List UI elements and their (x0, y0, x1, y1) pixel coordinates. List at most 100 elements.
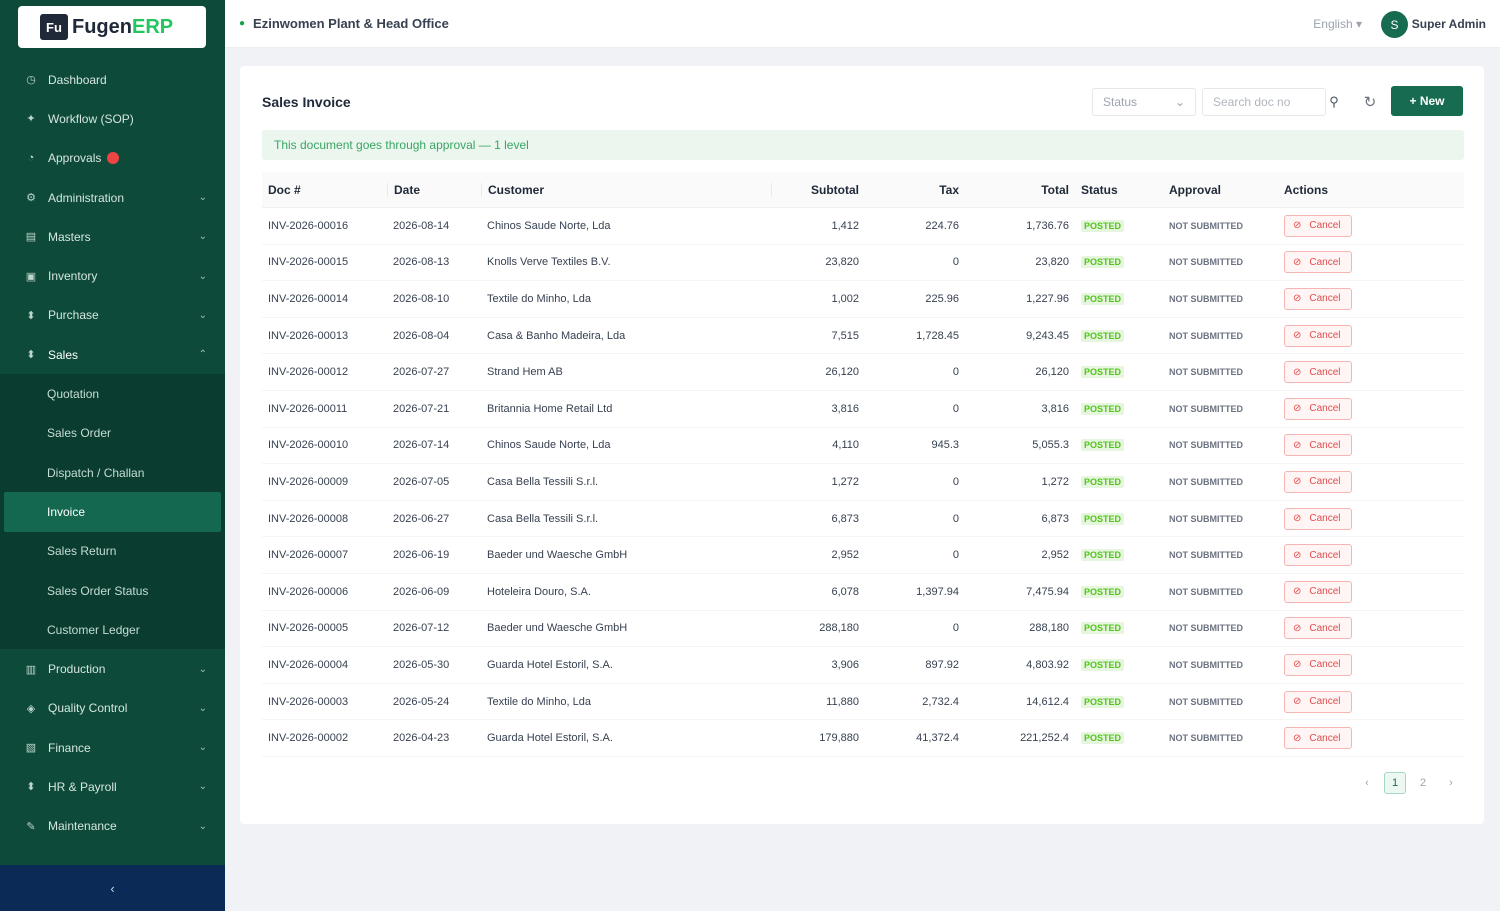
table-row[interactable]: INV-2026-00013 2026-08-04 Casa & Banho Mad… (262, 318, 1464, 355)
cancel-invoice-button[interactable]: ⊘ Cancel (1284, 287, 1352, 310)
cell-doc-number[interactable]: INV-2026-00013 (262, 330, 387, 342)
cancel-invoice-button[interactable]: ⊘ Cancel (1284, 727, 1352, 750)
submenu-item-sales-order[interactable]: Sales Order (0, 414, 225, 453)
table-row[interactable]: INV-2026-00008 2026-06-27 Casa Bella Tessi… (262, 501, 1464, 538)
cell-doc-number[interactable]: INV-2026-00003 (262, 696, 387, 708)
sidebar-item-masters[interactable]: ▤ Masters ⌄ (0, 217, 225, 256)
search-input[interactable] (1202, 88, 1326, 116)
cancel-invoice-button[interactable]: ⊘ Cancel (1284, 653, 1352, 676)
app-logo[interactable]: Fu FugenERP (18, 6, 206, 48)
sidebar-item-approvals[interactable]: ◔ Approvals (0, 139, 225, 178)
table-row[interactable]: INV-2026-00006 2026-06-09 Hoteleira Douro,… (262, 574, 1464, 611)
sidebar-item-purchase[interactable]: ⬍ Purchase ⌄ (0, 296, 225, 335)
submenu-item-dispatch-challan[interactable]: Dispatch / Challan (0, 453, 225, 492)
table-row[interactable]: INV-2026-00012 2026-07-27 Strand Hem AB 26,… (262, 354, 1464, 391)
table-row[interactable]: INV-2026-00010 2026-07-14 Chinos Saude Nor… (262, 428, 1464, 465)
sidebar-item-production[interactable]: ▥ Production ⌄ (0, 649, 225, 688)
col-header-total[interactable]: Total (965, 183, 1075, 197)
submenu-item-invoice[interactable]: Invoice (4, 492, 221, 532)
submenu-item-sales-return[interactable]: Sales Return (0, 532, 225, 571)
pagination-next[interactable]: › (1440, 772, 1462, 794)
cancel-label: Cancel (1309, 330, 1341, 342)
table-row[interactable]: INV-2026-00016 2026-08-14 Chinos Saude Nor… (262, 208, 1464, 245)
refresh-icon[interactable]: ↻ (1356, 88, 1384, 116)
col-header-status[interactable]: Status (1075, 183, 1163, 197)
cancel-invoice-button[interactable]: ⊘ Cancel (1284, 580, 1352, 603)
cancel-invoice-button[interactable]: ⊘ Cancel (1284, 361, 1352, 384)
table-row[interactable]: INV-2026-00015 2026-08-13 Knolls Verve Tex… (262, 245, 1464, 282)
cell-doc-number[interactable]: INV-2026-00009 (262, 476, 387, 488)
pagination-prev[interactable]: ‹ (1356, 772, 1378, 794)
cell-doc-number[interactable]: INV-2026-00004 (262, 659, 387, 671)
approval-badge: NOT SUBMITTED (1169, 367, 1243, 378)
col-header-approval[interactable]: Approval (1163, 183, 1278, 197)
cell-doc-number[interactable]: INV-2026-00012 (262, 366, 387, 378)
status-filter-select[interactable]: Status ⌄ (1092, 88, 1196, 116)
cancel-invoice-button[interactable]: ⊘ Cancel (1284, 397, 1352, 420)
col-header-customer[interactable]: Customer (481, 182, 771, 197)
new-invoice-button[interactable]: + New (1391, 86, 1463, 116)
cancel-invoice-button[interactable]: ⊘ Cancel (1284, 434, 1352, 457)
cancel-invoice-button[interactable]: ⊘ Cancel (1284, 324, 1352, 347)
table-row[interactable]: INV-2026-00009 2026-07-05 Casa Bella Tessi… (262, 464, 1464, 501)
sidebar-item-maintenance[interactable]: ✎ Maintenance ⌄ (0, 807, 225, 846)
table-row[interactable]: INV-2026-00011 2026-07-21 Britannia Home R… (262, 391, 1464, 428)
cell-doc-number[interactable]: INV-2026-00006 (262, 586, 387, 598)
administration-icon: ⚙ (26, 192, 36, 205)
submenu-item-quotation[interactable]: Quotation (0, 374, 225, 413)
sidebar-item-sales[interactable]: ⬍ Sales ⌃ (0, 335, 225, 374)
cell-date: 2026-06-09 (393, 585, 450, 598)
cancel-invoice-button[interactable]: ⊘ Cancel (1284, 251, 1352, 274)
table-row[interactable]: INV-2026-00007 2026-06-19 Baeder und Waesc… (262, 537, 1464, 574)
col-header-subtotal[interactable]: Subtotal (771, 182, 865, 197)
cancel-icon: ⊘ (1293, 403, 1302, 415)
cell-doc-number[interactable]: INV-2026-00015 (262, 256, 387, 268)
pagination-page-2[interactable]: 2 (1412, 772, 1434, 794)
table-row[interactable]: INV-2026-00014 2026-08-10 Textile do Minho… (262, 281, 1464, 318)
sidebar-item-quality-control[interactable]: ◈ Quality Control ⌄ (0, 689, 225, 728)
sidebar-item-hr-payroll[interactable]: ⬍ HR & Payroll ⌄ (0, 767, 225, 806)
col-header-tax[interactable]: Tax (865, 183, 965, 197)
cell-date: 2026-05-24 (393, 695, 450, 708)
cell-doc-number[interactable]: INV-2026-00011 (262, 403, 387, 415)
status-badge: POSTED (1081, 585, 1125, 598)
breadcrumb[interactable]: Ezinwomen Plant & Head Office (253, 16, 449, 31)
sidebar-item-administration[interactable]: ⚙ Administration ⌄ (0, 178, 225, 217)
status-badge: POSTED (1081, 402, 1125, 415)
cancel-invoice-button[interactable]: ⊘ Cancel (1284, 544, 1352, 567)
sidebar-item-workflow-sop[interactable]: ✦ Workflow (SOP) (0, 99, 225, 138)
table-row[interactable]: INV-2026-00004 2026-05-30 Guarda Hotel Est… (262, 647, 1464, 684)
sidebar-item-inventory[interactable]: ▣ Inventory ⌄ (0, 256, 225, 295)
top-bar: ● Ezinwomen Plant & Head Office English … (225, 0, 1500, 48)
cancel-invoice-button[interactable]: ⊘ Cancel (1284, 470, 1352, 493)
sidebar-item-finance[interactable]: ▧ Finance ⌄ (0, 728, 225, 767)
cell-doc-number[interactable]: INV-2026-00008 (262, 513, 387, 525)
cell-doc-number[interactable]: INV-2026-00014 (262, 293, 387, 305)
sidebar-collapse-button[interactable]: ‹ (0, 865, 225, 911)
submenu-item-sales-order-status[interactable]: Sales Order Status (0, 571, 225, 610)
quality-icon: ◈ (26, 702, 36, 715)
table-row[interactable]: INV-2026-00005 2026-07-12 Baeder und Waesc… (262, 611, 1464, 648)
col-header-date[interactable]: Date (387, 182, 481, 197)
cell-doc-number[interactable]: INV-2026-00016 (262, 220, 387, 232)
table-row[interactable]: INV-2026-00002 2026-04-23 Guarda Hotel Est… (262, 720, 1464, 757)
language-select[interactable]: English ▾ (1313, 17, 1362, 31)
search-icon[interactable]: ⚲ (1320, 88, 1348, 116)
cell-subtotal: 6,873 (831, 512, 859, 525)
user-name[interactable]: Super Admin (1412, 17, 1486, 31)
pagination-page-1[interactable]: 1 (1384, 772, 1406, 794)
col-header-doc[interactable]: Doc # (262, 183, 387, 197)
cell-doc-number[interactable]: INV-2026-00010 (262, 439, 387, 451)
cancel-invoice-button[interactable]: ⊘ Cancel (1284, 617, 1352, 640)
cell-doc-number[interactable]: INV-2026-00007 (262, 549, 387, 561)
cell-doc-number[interactable]: INV-2026-00002 (262, 732, 387, 744)
avatar[interactable]: S (1381, 11, 1408, 38)
sidebar-item-label: Administration (48, 190, 125, 205)
cancel-invoice-button[interactable]: ⊘ Cancel (1284, 690, 1352, 713)
cancel-invoice-button[interactable]: ⊘ Cancel (1284, 214, 1352, 237)
cell-doc-number[interactable]: INV-2026-00005 (262, 622, 387, 634)
submenu-item-customer-ledger[interactable]: Customer Ledger (0, 610, 225, 649)
table-row[interactable]: INV-2026-00003 2026-05-24 Textile do Minho… (262, 684, 1464, 721)
sidebar-item-dashboard[interactable]: ◷ Dashboard (0, 60, 225, 99)
cancel-invoice-button[interactable]: ⊘ Cancel (1284, 507, 1352, 530)
